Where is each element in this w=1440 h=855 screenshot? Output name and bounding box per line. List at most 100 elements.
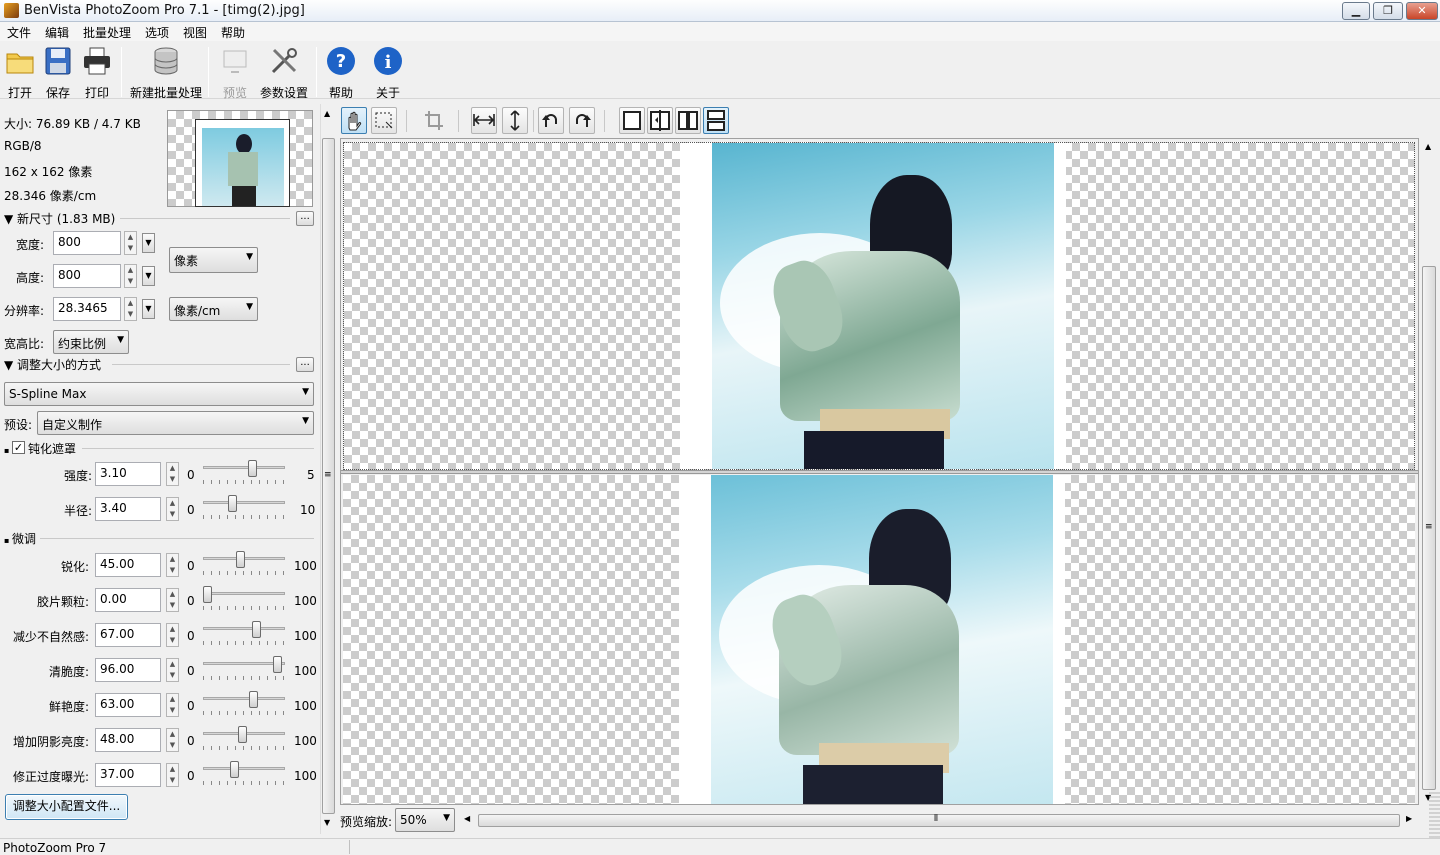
profile-button[interactable]: 调整大小配置文件... xyxy=(5,794,128,820)
finetune-input[interactable]: 45.00 xyxy=(95,553,161,577)
hand-tool-button[interactable] xyxy=(341,107,367,134)
finetune-slider[interactable] xyxy=(203,691,285,719)
finetune-spinner[interactable]: ▲ ▼ xyxy=(166,728,179,752)
single-view-button[interactable] xyxy=(619,107,645,134)
radius-input[interactable]: 3.40 xyxy=(95,497,161,521)
preset-select[interactable]: 自定义制作 ▼ xyxy=(37,411,314,435)
new-size-header[interactable]: ▼ 新尺寸 (1.83 MB) xyxy=(4,210,115,227)
stacked-view-button[interactable] xyxy=(703,107,729,134)
fit-height-button[interactable] xyxy=(502,107,528,134)
source-thumbnail[interactable] xyxy=(167,110,313,207)
settings-button[interactable]: 参数设置 xyxy=(260,45,308,100)
zoom-select[interactable]: 50% ▼ xyxy=(395,808,455,832)
finetune-slider-thumb[interactable] xyxy=(251,621,261,638)
finetune-slider-thumb[interactable] xyxy=(273,656,283,673)
crop-button[interactable] xyxy=(421,107,447,134)
width-input[interactable]: 800 xyxy=(53,231,121,255)
finetune-input[interactable]: 48.00 xyxy=(95,728,161,752)
finetune-slider[interactable] xyxy=(203,761,285,789)
scroll-down-arrow[interactable]: ▼ xyxy=(324,818,330,827)
strength-slider[interactable] xyxy=(203,460,285,488)
resize-grip[interactable] xyxy=(1429,792,1440,838)
resize-method-more-button[interactable]: ... xyxy=(296,357,314,372)
preview-vscrollbar[interactable]: ▲ ≡ ▼ xyxy=(1421,138,1438,805)
finetune-slider[interactable] xyxy=(203,586,285,614)
width-spinner[interactable]: ▲ ▼ xyxy=(124,231,137,255)
finetune-slider-thumb[interactable] xyxy=(230,761,239,778)
rotate-right-button[interactable] xyxy=(569,107,595,134)
close-button[interactable]: ✕ xyxy=(1406,2,1438,20)
width-menu-button[interactable]: ▼ xyxy=(142,233,155,253)
height-spinner[interactable]: ▲ ▼ xyxy=(124,264,137,288)
resolution-spinner[interactable]: ▲ ▼ xyxy=(124,297,137,321)
menu-file[interactable]: 文件 xyxy=(7,24,31,41)
save-button[interactable]: 保存 xyxy=(38,45,78,100)
finetune-slider-thumb[interactable] xyxy=(235,551,245,568)
pane-divider[interactable] xyxy=(341,470,1418,474)
resolution-input[interactable]: 28.3465 xyxy=(53,297,121,321)
finetune-slider-thumb[interactable] xyxy=(238,726,248,743)
rotate-left-button[interactable] xyxy=(538,107,564,134)
menu-view[interactable]: 视图 xyxy=(183,24,207,41)
resized-preview-pane[interactable] xyxy=(343,475,1415,804)
maximize-button[interactable]: ❐ xyxy=(1373,2,1403,20)
preview-button[interactable]: 预览 xyxy=(215,45,255,100)
help-button[interactable]: ? 帮助 xyxy=(321,45,361,100)
resolution-unit-select[interactable]: 像素/cm ▼ xyxy=(169,297,258,321)
finetune-input[interactable]: 37.00 xyxy=(95,763,161,787)
finetune-input[interactable]: 63.00 xyxy=(95,693,161,717)
finetune-slider[interactable] xyxy=(203,726,285,754)
strength-input[interactable]: 3.10 xyxy=(95,462,161,486)
finetune-input[interactable]: 67.00 xyxy=(95,623,161,647)
scroll-right-arrow[interactable]: ▶ xyxy=(1406,814,1412,823)
preview-hscroll-thumb[interactable] xyxy=(478,814,1400,827)
resolution-menu-button[interactable]: ▼ xyxy=(142,299,155,319)
scroll-left-arrow[interactable]: ◀ xyxy=(464,814,470,823)
finetune-spinner[interactable]: ▲ ▼ xyxy=(166,763,179,787)
strength-slider-thumb[interactable] xyxy=(248,460,258,477)
new-batch-button[interactable]: 新建批量处理 xyxy=(130,45,202,100)
resize-method-header[interactable]: ▼ 调整大小的方式 xyxy=(4,356,101,373)
scroll-up-arrow[interactable]: ▲ xyxy=(1425,142,1431,151)
open-button[interactable]: 打开 xyxy=(0,45,40,100)
scroll-up-arrow[interactable]: ▲ xyxy=(324,109,330,118)
strength-spinner[interactable]: ▲ ▼ xyxy=(166,462,179,486)
height-input[interactable]: 800 xyxy=(53,264,121,288)
print-button[interactable]: 打印 xyxy=(77,45,117,100)
panel-scrollbar[interactable]: ▲ ≡ ▼ xyxy=(320,104,337,834)
finetune-input[interactable]: 0.00 xyxy=(95,588,161,612)
radius-slider-thumb[interactable] xyxy=(227,495,237,512)
preview-area[interactable] xyxy=(340,138,1419,805)
aspect-select[interactable]: 约束比例 ▼ xyxy=(53,330,129,354)
method-select[interactable]: S-Spline Max ▼ xyxy=(4,382,314,406)
radius-slider[interactable] xyxy=(203,495,285,523)
finetune-slider-thumb[interactable] xyxy=(248,691,258,708)
preview-hscrollbar[interactable]: ◀ ⦀ ▶ xyxy=(462,812,1420,829)
finetune-spinner[interactable]: ▲ ▼ xyxy=(166,553,179,577)
unsharp-checkbox[interactable]: ✓ xyxy=(12,441,25,454)
finetune-spinner[interactable]: ▲ ▼ xyxy=(166,623,179,647)
menu-help[interactable]: 帮助 xyxy=(221,24,245,41)
finetune-slider[interactable] xyxy=(203,551,285,579)
size-unit-select[interactable]: 像素 ▼ xyxy=(169,247,258,273)
new-size-more-button[interactable]: ... xyxy=(296,211,314,226)
finetune-slider[interactable] xyxy=(203,656,285,684)
finetune-input[interactable]: 96.00 xyxy=(95,658,161,682)
menu-edit[interactable]: 编辑 xyxy=(45,24,69,41)
minimize-button[interactable]: ▁ xyxy=(1342,2,1370,20)
select-tool-button[interactable] xyxy=(371,107,397,134)
menu-batch[interactable]: 批量处理 xyxy=(83,24,131,41)
finetune-slider[interactable] xyxy=(203,621,285,649)
finetune-spinner[interactable]: ▲ ▼ xyxy=(166,693,179,717)
finetune-spinner[interactable]: ▲ ▼ xyxy=(166,588,179,612)
original-preview-pane[interactable] xyxy=(343,142,1415,470)
finetune-spinner[interactable]: ▲ ▼ xyxy=(166,658,179,682)
side-by-side-button[interactable] xyxy=(675,107,701,134)
about-button[interactable]: i 关于 xyxy=(368,45,408,100)
finetune-slider-thumb[interactable] xyxy=(203,586,212,603)
radius-spinner[interactable]: ▲ ▼ xyxy=(166,497,179,521)
fit-width-button[interactable] xyxy=(471,107,497,134)
height-menu-button[interactable]: ▼ xyxy=(142,266,155,286)
split-view-button[interactable] xyxy=(647,107,673,134)
menu-options[interactable]: 选项 xyxy=(145,24,169,41)
